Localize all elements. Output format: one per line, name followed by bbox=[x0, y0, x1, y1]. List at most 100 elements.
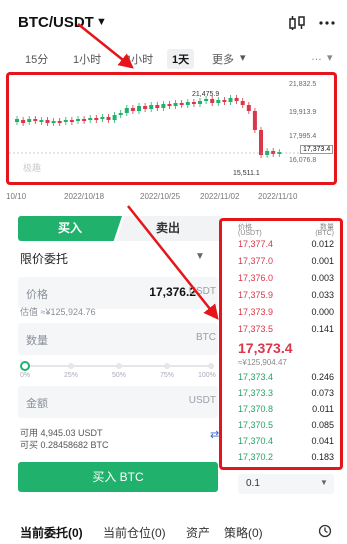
amount-label: 金额 bbox=[26, 398, 48, 410]
candle-body bbox=[222, 100, 227, 102]
bid-price: 17,370.5 bbox=[238, 420, 274, 430]
bid-qty: 0.041 bbox=[311, 436, 334, 446]
watermark: 极趣 bbox=[23, 163, 42, 173]
chevron-down-icon[interactable]: ▾ bbox=[235, 49, 251, 66]
ask-qty: 0.000 bbox=[311, 307, 334, 317]
candle-body bbox=[210, 99, 215, 103]
ask-row[interactable]: 17,373.5 0.141 bbox=[222, 321, 340, 337]
candle-body bbox=[204, 99, 209, 101]
tab-strategies[interactable]: 策略(0) bbox=[224, 524, 263, 541]
candle-body bbox=[246, 105, 251, 111]
candlestick-chart[interactable]: 21,832.5 19,913.9 17,995.4 17,373.4 16,0… bbox=[6, 72, 337, 185]
high-annotation: 21,475.9 bbox=[192, 91, 220, 98]
candlestick-icon[interactable] bbox=[288, 14, 306, 32]
more-icon[interactable] bbox=[318, 14, 336, 32]
qty-label: 数量 bbox=[26, 335, 48, 347]
chevron-down-icon[interactable]: ▼ bbox=[195, 251, 205, 262]
can-buy: 可买 0.28458682 BTC bbox=[20, 440, 109, 450]
ask-row[interactable]: 17,376.0 0.003 bbox=[222, 270, 340, 286]
amount-input[interactable]: 金额 USDT bbox=[18, 386, 218, 418]
candle-body bbox=[271, 151, 276, 154]
candle-body bbox=[191, 102, 196, 104]
slider-dot[interactable] bbox=[116, 363, 122, 369]
tab-1h[interactable]: 1小时 bbox=[68, 49, 106, 69]
ask-row[interactable]: 17,373.9 0.000 bbox=[222, 304, 340, 320]
depth-value: 0.1 bbox=[246, 478, 260, 489]
bid-qty: 0.246 bbox=[311, 372, 334, 382]
last-price[interactable]: 17,373.4 bbox=[238, 340, 293, 356]
bid-row[interactable]: 17,370.4 0.041 bbox=[222, 433, 340, 449]
candle-body bbox=[21, 120, 26, 123]
ask-price: 17,377.4 bbox=[238, 239, 274, 249]
tab-1d[interactable]: 1天 bbox=[167, 49, 195, 69]
slider-knob[interactable] bbox=[20, 361, 30, 371]
ask-row[interactable]: 17,375.9 0.033 bbox=[222, 287, 340, 303]
sell-tab[interactable]: 卖出 bbox=[116, 216, 220, 241]
ask-price: 17,373.9 bbox=[238, 307, 274, 317]
slider-mark: 0% bbox=[20, 372, 31, 379]
transfer-icon[interactable]: ⇄ bbox=[210, 428, 219, 441]
candle-body bbox=[161, 104, 166, 108]
bid-row[interactable]: 17,373.4 0.246 bbox=[222, 369, 340, 385]
tab-4h[interactable]: 4小时 bbox=[120, 49, 158, 69]
pair-title[interactable]: BTC/USDT bbox=[18, 14, 94, 31]
side-tabs: 买入 卖出 bbox=[18, 216, 220, 241]
bid-row[interactable]: 17,370.5 0.085 bbox=[222, 417, 340, 433]
candle-body bbox=[173, 103, 178, 106]
candle-body bbox=[69, 120, 74, 122]
candle-body bbox=[130, 108, 135, 111]
slider-dot[interactable] bbox=[208, 363, 214, 369]
price-unit: USDT bbox=[188, 286, 216, 297]
amount-slider[interactable]: 0% 25% 50% 75% 100% bbox=[20, 360, 216, 382]
bid-qty: 0.085 bbox=[311, 420, 334, 430]
tab-open-orders[interactable]: 当前委托(0) bbox=[20, 524, 83, 541]
order-type-select[interactable]: 限价委托 bbox=[20, 250, 68, 267]
candle-body bbox=[259, 130, 263, 155]
candle-body bbox=[149, 105, 154, 109]
ask-row[interactable]: 17,377.0 0.001 bbox=[222, 253, 340, 269]
tab-15m[interactable]: 15分 bbox=[20, 49, 53, 69]
tab-positions[interactable]: 当前仓位(0) bbox=[103, 524, 166, 541]
last-price-fiat: ≈¥125,904.47 bbox=[238, 358, 287, 367]
price-fiat-hint: 估值 ≈¥125,924.76 bbox=[20, 307, 96, 317]
bid-price: 17,370.2 bbox=[238, 452, 274, 462]
buy-btc-button[interactable]: 买入 BTC bbox=[18, 462, 218, 492]
bid-price: 17,370.8 bbox=[238, 404, 274, 414]
bid-qty: 0.183 bbox=[311, 452, 334, 462]
candle-body bbox=[143, 106, 148, 109]
bid-price: 17,370.4 bbox=[238, 436, 274, 446]
bid-row[interactable]: 17,370.8 0.011 bbox=[222, 401, 340, 417]
ask-qty: 0.141 bbox=[311, 324, 334, 334]
slider-dot[interactable] bbox=[164, 363, 170, 369]
candle-body bbox=[82, 119, 87, 121]
candle-body bbox=[33, 119, 38, 121]
candle-body bbox=[88, 118, 93, 120]
candle-body bbox=[45, 120, 50, 123]
chevron-down-icon[interactable]: ▼ bbox=[96, 16, 107, 28]
x-tick: 2022/11/10 bbox=[258, 192, 298, 201]
candle-body bbox=[63, 120, 68, 122]
ask-qty: 0.003 bbox=[311, 273, 334, 283]
chevron-down-icon[interactable]: ▾ bbox=[322, 49, 338, 66]
tab-assets[interactable]: 资产 bbox=[186, 524, 210, 541]
candle-body bbox=[51, 121, 56, 123]
ask-row[interactable]: 17,377.4 0.012 bbox=[222, 236, 340, 252]
candle-body bbox=[124, 108, 129, 113]
candle-body bbox=[240, 101, 245, 105]
slider-dot[interactable] bbox=[68, 363, 74, 369]
price-label: 21,832.5 bbox=[289, 81, 317, 88]
buy-tab[interactable]: 买入 bbox=[18, 216, 122, 241]
candle-body bbox=[94, 118, 99, 120]
candle-body bbox=[15, 119, 19, 122]
header: BTC/USDT ▼ bbox=[0, 0, 347, 44]
timeframe-bar: 15分 1小时 4小时 1天 更多 ▾ … ▾ bbox=[0, 44, 347, 70]
bid-row[interactable]: 17,370.2 0.183 bbox=[222, 449, 340, 465]
x-tick: 10/10 bbox=[6, 192, 27, 201]
candle-body bbox=[118, 113, 123, 115]
candle-body bbox=[234, 98, 239, 101]
depth-select[interactable]: 0.1 ▼ bbox=[238, 474, 334, 494]
quantity-input[interactable]: 数量 BTC bbox=[18, 323, 218, 355]
price-label: 17,995.4 bbox=[289, 133, 317, 140]
history-icon[interactable] bbox=[318, 524, 332, 541]
bid-row[interactable]: 17,373.3 0.073 bbox=[222, 385, 340, 401]
